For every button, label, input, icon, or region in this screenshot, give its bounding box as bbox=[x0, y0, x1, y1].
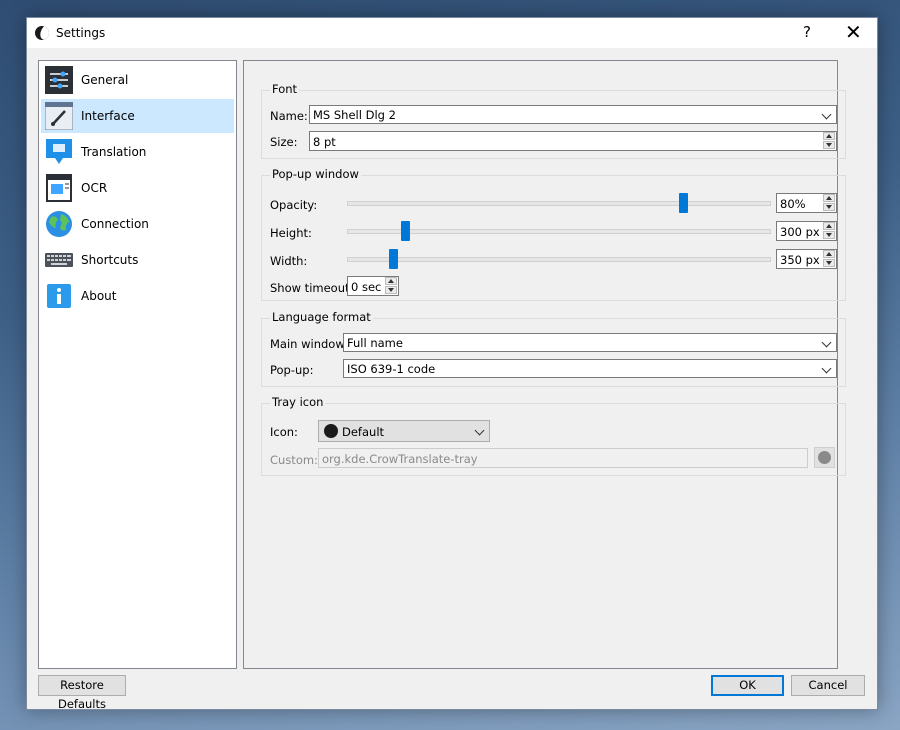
width-spinbox[interactable]: 350 px bbox=[776, 249, 837, 269]
opacity-slider[interactable] bbox=[347, 193, 771, 213]
sidebar-item-connection[interactable]: Connection bbox=[41, 207, 234, 241]
window-title: Settings bbox=[56, 26, 106, 40]
tray-icon-combobox[interactable]: Default bbox=[318, 420, 490, 442]
main-window-label: Main window: bbox=[270, 337, 348, 351]
width-slider[interactable] bbox=[347, 249, 771, 269]
sidebar-item-label: About bbox=[81, 289, 117, 303]
globe-icon bbox=[46, 211, 72, 237]
popup-format-combobox[interactable]: ISO 639-1 code bbox=[343, 359, 837, 378]
font-name-label: Name: bbox=[270, 109, 308, 123]
width-label: Width: bbox=[270, 254, 308, 268]
spin-up-arrow-icon[interactable] bbox=[823, 132, 835, 140]
spin-down-arrow-icon[interactable] bbox=[823, 231, 835, 239]
slider-thumb[interactable] bbox=[401, 221, 410, 241]
height-spinbox[interactable]: 300 px bbox=[776, 221, 837, 241]
font-size-label: Size: bbox=[270, 135, 298, 149]
show-timeout-spinbox[interactable]: 0 sec bbox=[347, 276, 399, 296]
crow-translate-icon bbox=[324, 424, 338, 438]
ocr-icon bbox=[46, 174, 72, 202]
height-slider[interactable] bbox=[347, 221, 771, 241]
opacity-value: 80% bbox=[780, 197, 806, 211]
restore-defaults-button[interactable]: Restore Defaults bbox=[38, 675, 126, 711]
tray-group-title: Tray icon bbox=[270, 395, 326, 409]
spin-up-arrow-icon[interactable] bbox=[823, 194, 835, 202]
custom-icon-label: Custom: bbox=[270, 453, 318, 467]
spin-down-arrow-icon[interactable] bbox=[823, 141, 835, 149]
sidebar-item-label: Interface bbox=[81, 109, 135, 123]
language-group-title: Language format bbox=[270, 310, 373, 324]
popup-format-value: ISO 639-1 code bbox=[347, 362, 436, 376]
custom-icon-value: org.kde.CrowTranslate-tray bbox=[322, 452, 478, 466]
settings-sidebar: General Interface Translation OCR Connec… bbox=[38, 60, 237, 669]
opacity-label: Opacity: bbox=[270, 198, 318, 212]
height-label: Height: bbox=[270, 226, 312, 240]
sidebar-item-shortcuts[interactable]: Shortcuts bbox=[41, 243, 234, 277]
browse-icon-button[interactable] bbox=[814, 447, 835, 468]
crow-translate-icon bbox=[818, 451, 831, 464]
font-group-title: Font bbox=[270, 82, 300, 96]
opacity-spinbox[interactable]: 80% bbox=[776, 193, 837, 213]
spin-up-arrow-icon[interactable] bbox=[823, 222, 835, 230]
popup-group-title: Pop-up window bbox=[270, 167, 361, 181]
spin-up-arrow-icon[interactable] bbox=[823, 250, 835, 258]
tray-icon-group: Tray icon Icon: Default Custom: org.kde.… bbox=[261, 395, 846, 476]
sidebar-item-interface[interactable]: Interface bbox=[41, 99, 234, 133]
chevron-down-icon bbox=[821, 337, 832, 348]
close-button[interactable]: ✕ bbox=[845, 20, 862, 44]
speech-bubble-icon bbox=[46, 139, 72, 164]
help-button[interactable]: ? bbox=[803, 23, 811, 41]
title-bar: Settings ? ✕ bbox=[27, 18, 877, 48]
show-timeout-value: 0 sec bbox=[351, 280, 382, 294]
sidebar-item-label: Shortcuts bbox=[81, 253, 139, 267]
custom-icon-input[interactable]: org.kde.CrowTranslate-tray bbox=[318, 448, 808, 468]
brush-icon bbox=[45, 102, 73, 130]
chevron-down-icon bbox=[474, 425, 485, 436]
sidebar-item-label: Connection bbox=[81, 217, 149, 231]
sidebar-item-translation[interactable]: Translation bbox=[41, 135, 234, 169]
spin-up-arrow-icon[interactable] bbox=[385, 277, 397, 285]
chevron-down-icon bbox=[821, 109, 832, 120]
popup-format-label: Pop-up: bbox=[270, 363, 314, 377]
font-name-combobox[interactable]: MS Shell Dlg 2 bbox=[309, 105, 837, 124]
settings-window: Settings ? ✕ General Interface Translati… bbox=[26, 17, 878, 711]
info-icon bbox=[47, 284, 71, 308]
sliders-icon bbox=[45, 66, 73, 94]
sidebar-item-label: General bbox=[81, 73, 129, 87]
language-format-group: Language format Main window: Full name P… bbox=[261, 310, 846, 387]
sidebar-item-about[interactable]: About bbox=[41, 279, 234, 313]
main-window-format-value: Full name bbox=[347, 336, 403, 350]
font-size-value: 8 pt bbox=[313, 135, 336, 149]
tray-icon-value: Default bbox=[342, 425, 385, 439]
spin-down-arrow-icon[interactable] bbox=[823, 259, 835, 267]
slider-thumb[interactable] bbox=[389, 249, 398, 269]
font-group: Font Name: MS Shell Dlg 2 Size: 8 pt bbox=[261, 82, 846, 159]
sidebar-item-label: OCR bbox=[81, 181, 108, 195]
spin-down-arrow-icon[interactable] bbox=[385, 286, 397, 294]
slider-thumb[interactable] bbox=[679, 193, 688, 213]
main-window-format-combobox[interactable]: Full name bbox=[343, 333, 837, 352]
chevron-down-icon bbox=[821, 363, 832, 374]
interface-settings-panel: Font Name: MS Shell Dlg 2 Size: 8 pt Pop… bbox=[243, 60, 846, 669]
crow-translate-app-icon bbox=[35, 26, 49, 40]
tray-icon-label: Icon: bbox=[270, 425, 298, 439]
cancel-button[interactable]: Cancel bbox=[791, 675, 865, 696]
font-name-value: MS Shell Dlg 2 bbox=[313, 108, 396, 122]
sidebar-item-ocr[interactable]: OCR bbox=[41, 171, 234, 205]
font-size-spinbox[interactable]: 8 pt bbox=[309, 131, 837, 151]
height-value: 300 px bbox=[780, 225, 820, 239]
popup-window-group: Pop-up window Opacity: 80% Height: 300 p… bbox=[261, 167, 846, 301]
show-timeout-label: Show timeout: bbox=[270, 281, 354, 295]
spin-down-arrow-icon[interactable] bbox=[823, 203, 835, 211]
keyboard-icon bbox=[45, 253, 73, 267]
ok-button[interactable]: OK bbox=[711, 675, 784, 696]
sidebar-item-label: Translation bbox=[81, 145, 147, 159]
width-value: 350 px bbox=[780, 253, 820, 267]
sidebar-item-general[interactable]: General bbox=[41, 63, 234, 97]
